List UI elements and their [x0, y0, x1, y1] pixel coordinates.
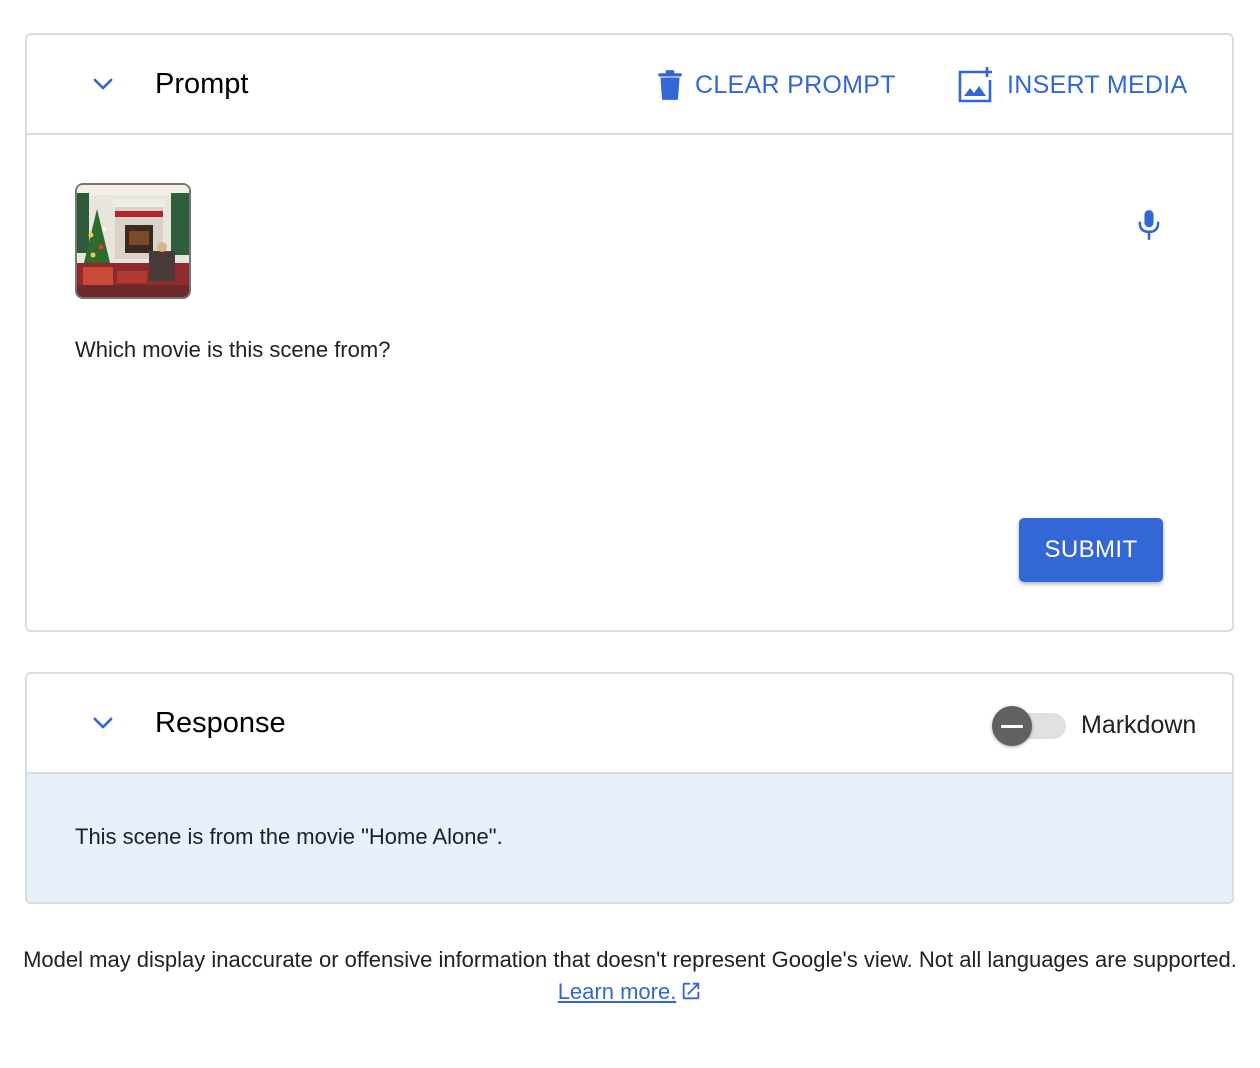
scene-image [77, 185, 189, 297]
response-body: This scene is from the movie "Home Alone… [27, 774, 1232, 902]
toggle-knob [992, 706, 1032, 746]
response-header: Response Markdown [27, 674, 1232, 774]
prompt-input[interactable]: Which movie is this scene from? [75, 335, 1075, 365]
markdown-toggle[interactable] [992, 706, 1066, 746]
chevron-down-icon[interactable] [89, 70, 117, 98]
insert-media-button[interactable]: INSERT MEDIA [957, 65, 1188, 105]
prompt-image-thumbnail[interactable] [75, 183, 191, 299]
insert-image-icon [958, 67, 992, 103]
disclaimer-text: Model may display inaccurate or offensiv… [23, 947, 1237, 972]
learn-more-label: Learn more. [557, 979, 677, 1004]
trash-icon [658, 70, 682, 100]
disclaimer: Model may display inaccurate or offensiv… [20, 944, 1240, 1008]
insert-media-label: INSERT MEDIA [1007, 70, 1188, 99]
chevron-down-icon[interactable] [89, 709, 117, 737]
submit-button[interactable]: SUBMIT [1019, 518, 1163, 582]
response-text: This scene is from the movie "Home Alone… [75, 824, 503, 849]
clear-prompt-button[interactable]: CLEAR PROMPT [657, 65, 896, 105]
markdown-label: Markdown [1081, 711, 1197, 739]
response-card: Response Markdown This scene is from the… [25, 672, 1234, 904]
prompt-header: Prompt CLEAR PROMPT INSERT MEDIA [27, 35, 1232, 135]
prompt-body: Which movie is this scene from? SUBMIT [27, 135, 1232, 630]
learn-more-link[interactable]: Learn more. [558, 979, 677, 1004]
clear-prompt-label: CLEAR PROMPT [695, 70, 896, 99]
prompt-card: Prompt CLEAR PROMPT INSERT MEDIA Which m… [25, 33, 1234, 632]
response-title: Response [155, 707, 286, 739]
external-link-icon[interactable] [680, 980, 702, 1002]
prompt-title: Prompt [155, 68, 249, 100]
microphone-icon[interactable] [1135, 209, 1163, 241]
